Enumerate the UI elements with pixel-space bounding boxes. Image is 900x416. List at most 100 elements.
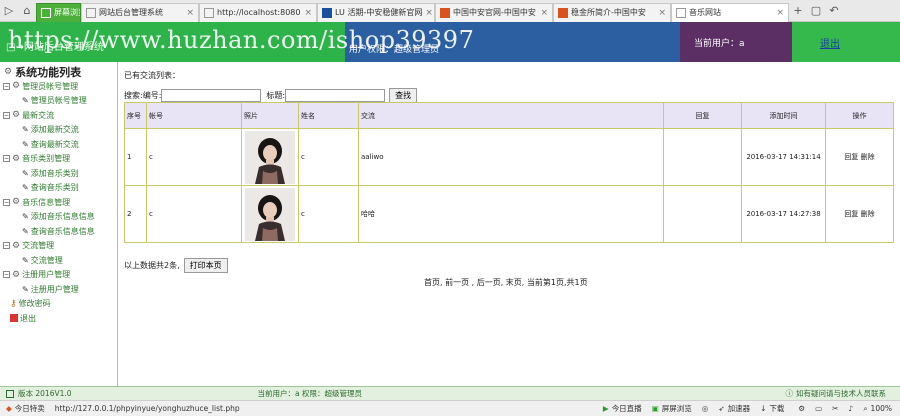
sidebar-item[interactable]: ✎ 添加音乐类别 bbox=[0, 166, 117, 181]
close-icon[interactable]: × bbox=[658, 8, 666, 18]
sidebar-group-messages[interactable]: − ⚙ 交流管理 bbox=[0, 239, 117, 254]
pencil-icon: ✎ bbox=[22, 183, 29, 193]
close-icon[interactable]: × bbox=[540, 8, 548, 18]
record-count: 以上数据共2条, 打印本页 bbox=[124, 258, 228, 273]
sidebar-item[interactable]: ✎ 管理员帐号管理 bbox=[0, 94, 117, 109]
reply-link[interactable]: 回复 bbox=[844, 210, 858, 218]
collapse-icon[interactable]: − bbox=[3, 82, 10, 90]
page-icon bbox=[676, 7, 686, 18]
gear-icon: ⚙ bbox=[12, 197, 21, 208]
gear-icon: ⚙ bbox=[12, 269, 21, 280]
sidebar-item[interactable]: ✎ 注册用户管理 bbox=[0, 282, 117, 297]
col-photo: 照片 bbox=[241, 102, 299, 129]
sidebar-group-users[interactable]: − ⚙ 注册用户管理 bbox=[0, 268, 117, 283]
collapse-icon[interactable]: − bbox=[3, 198, 10, 206]
version-text: 版本 2016V1.0 bbox=[18, 389, 72, 398]
collapse-icon[interactable]: − bbox=[3, 271, 10, 279]
collapse-icon[interactable]: − bbox=[3, 111, 10, 119]
delete-link[interactable]: 删除 bbox=[861, 210, 875, 218]
sidebar-title: ⚙ 系统功能列表 bbox=[4, 65, 82, 79]
gear-icon: ⚙ bbox=[12, 240, 21, 251]
message-table: 序号 帐号 照片 姓名 交流 回复 添加时间 操作 1 c c aaliwo 2… bbox=[124, 102, 894, 243]
close-icon[interactable]: × bbox=[425, 8, 433, 18]
window-icon[interactable]: ▭ bbox=[815, 404, 822, 413]
lu-icon bbox=[322, 7, 332, 18]
reply-link[interactable]: 回复 bbox=[844, 153, 858, 161]
contact-text: 如有疑问请与技术人员联系 bbox=[796, 389, 886, 398]
sidebar-item-exit[interactable]: 退出 bbox=[0, 311, 117, 326]
sale-icon: ◆ bbox=[6, 404, 12, 413]
pencil-icon: ✎ bbox=[22, 226, 29, 236]
tab-2[interactable]: http://localhost:8080 × bbox=[199, 2, 317, 22]
tab-6[interactable]: 音乐网站 × bbox=[671, 2, 789, 22]
rocket-icon: ➶ bbox=[718, 404, 725, 413]
col-reply: 回复 bbox=[663, 102, 742, 129]
new-tab-icon[interactable]: + bbox=[789, 2, 807, 20]
pencil-icon: ✎ bbox=[22, 255, 29, 265]
portrait-image bbox=[245, 187, 295, 241]
tab-0[interactable]: 屏幕浏览 bbox=[36, 2, 81, 22]
sidebar-item-change-password[interactable]: ⚷ 修改密码 bbox=[0, 297, 117, 312]
table-row: 2 c c 哈哈 2016-03-17 14:27:38 回复 删除 bbox=[124, 185, 894, 243]
cut-icon[interactable]: ✂ bbox=[832, 404, 838, 413]
list-title: 已有交流列表： bbox=[124, 71, 180, 80]
close-icon[interactable]: × bbox=[304, 8, 312, 18]
sidebar-group-music-category[interactable]: − ⚙ 音乐类别管理 bbox=[0, 152, 117, 167]
speaker-icon[interactable]: ♪ bbox=[849, 404, 854, 413]
logo-icon bbox=[558, 7, 568, 18]
logout-link[interactable]: 退出 bbox=[820, 35, 840, 50]
restore-tab-icon[interactable]: ▢ bbox=[807, 2, 825, 20]
id-search-input[interactable] bbox=[161, 89, 262, 102]
key-icon: ⚷ bbox=[10, 298, 17, 309]
close-icon[interactable]: × bbox=[186, 8, 194, 18]
tab-5[interactable]: 稳金所简介-中国中安 × bbox=[553, 2, 671, 22]
print-button[interactable]: 打印本页 bbox=[183, 258, 228, 273]
gear-icon: ⚙ bbox=[12, 153, 21, 164]
collapse-icon[interactable]: − bbox=[3, 155, 10, 163]
browser-status-bar: ◆ 今日特卖 http://127.0.0.1/phpyinyue/yonghu… bbox=[0, 400, 900, 416]
pagination[interactable]: 首页, 前一页 , 后一页, 末页, 当前第1页,共1页 bbox=[424, 277, 588, 288]
sidebar-group-admin[interactable]: − ⚙ 管理员帐号管理 bbox=[0, 79, 117, 94]
pencil-icon: ✎ bbox=[22, 125, 29, 135]
sidebar-group-music-info[interactable]: − ⚙ 音乐信息管理 bbox=[0, 195, 117, 210]
col-index: 序号 bbox=[124, 102, 147, 129]
sidebar: ⚙ 系统功能列表 − ⚙ 管理员帐号管理 ✎ 管理员帐号管理 − ⚙ 最新交流 … bbox=[0, 62, 118, 386]
page-icon bbox=[86, 7, 96, 18]
zoom-level[interactable]: 100% bbox=[871, 404, 892, 413]
page-icon bbox=[204, 7, 214, 18]
sidebar-item[interactable]: ✎ 添加最新交流 bbox=[0, 123, 117, 138]
tab-4[interactable]: 中国中安官网-中国中安 × bbox=[435, 2, 553, 22]
sidebar-item[interactable]: ✎ 添加音乐信息信息 bbox=[0, 210, 117, 225]
zoom-icon[interactable]: ⌕ bbox=[863, 404, 867, 414]
sidebar-item[interactable]: ✎ 交流管理 bbox=[0, 253, 117, 268]
collapse-icon[interactable]: − bbox=[3, 242, 10, 250]
pencil-icon: ✎ bbox=[22, 139, 29, 149]
gear-icon: ⚙ bbox=[12, 110, 21, 121]
sidebar-item[interactable]: ✎ 查询音乐信息信息 bbox=[0, 224, 117, 239]
screen-icon: ▣ bbox=[651, 404, 659, 413]
browser-tab-bar: ▷ ⌂ 屏幕浏览 网站后台管理系统 × http://localhost:808… bbox=[0, 0, 900, 22]
screen-icon bbox=[41, 7, 51, 18]
sidebar-item[interactable]: ✎ 查询最新交流 bbox=[0, 137, 117, 152]
main-content: 已有交流列表： 搜索: 编号: 标题: 查找 序号 帐号 照片 姓名 交流 回复… bbox=[124, 62, 894, 386]
gear-icon: ⚙ bbox=[12, 81, 21, 92]
tab-1[interactable]: 网站后台管理系统 × bbox=[81, 2, 199, 22]
title-search-input[interactable] bbox=[285, 89, 386, 102]
sidebar-group-news[interactable]: − ⚙ 最新交流 bbox=[0, 108, 117, 123]
close-icon[interactable]: × bbox=[776, 8, 784, 18]
exit-icon bbox=[10, 314, 18, 323]
col-account: 帐号 bbox=[146, 102, 242, 129]
download-icon: ↓ bbox=[760, 404, 767, 413]
forward-icon[interactable]: ▷ bbox=[0, 2, 18, 20]
sidebar-item[interactable]: ✎ 查询音乐类别 bbox=[0, 181, 117, 196]
settings-icon[interactable]: ⚙ bbox=[798, 404, 805, 413]
home-icon[interactable]: ⌂ bbox=[18, 2, 36, 20]
user-photo bbox=[245, 187, 295, 241]
search-button[interactable]: 查找 bbox=[389, 88, 418, 103]
delete-link[interactable]: 删除 bbox=[861, 153, 875, 161]
tab-3[interactable]: LU 活期-中安稳健新官网 × bbox=[317, 2, 435, 22]
undo-icon[interactable]: ↶ bbox=[825, 2, 843, 20]
user-photo bbox=[245, 130, 295, 184]
pencil-icon: ✎ bbox=[22, 96, 29, 106]
col-name: 姓名 bbox=[298, 102, 359, 129]
